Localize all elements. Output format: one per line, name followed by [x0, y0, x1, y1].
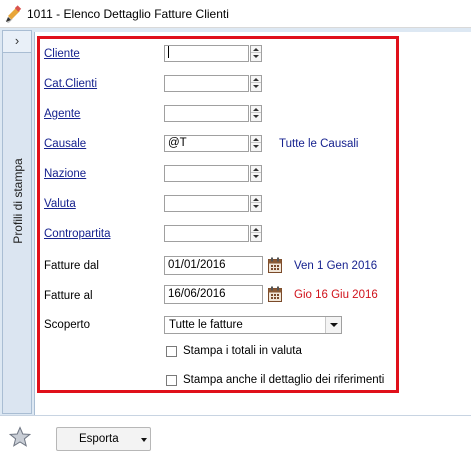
calendar-icon[interactable]: [268, 286, 282, 302]
valuta-link[interactable]: Valuta: [44, 198, 76, 210]
cliente-spinner[interactable]: [250, 45, 262, 62]
scoperto-label: Scoperto: [44, 319, 91, 331]
spin-down-icon[interactable]: [251, 54, 261, 61]
export-button-label: Esporta: [79, 433, 119, 445]
text-caret: [168, 46, 169, 58]
stampa-totali-valuta-label[interactable]: Stampa i totali in valuta: [183, 345, 302, 357]
stampa-dettaglio-riferimenti-label[interactable]: Stampa anche il dettaglio dei riferiment…: [183, 374, 384, 386]
fatture-dal-field[interactable]: 01/01/2016: [164, 256, 263, 275]
fatture-al-field[interactable]: 16/06/2016: [164, 285, 263, 304]
chevron-down-icon[interactable]: [325, 317, 341, 333]
valuta-spinner[interactable]: [250, 195, 262, 212]
spin-up-icon[interactable]: [251, 166, 261, 173]
chevron-down-icon[interactable]: [141, 438, 147, 442]
nazione-field[interactable]: [164, 165, 249, 182]
spin-up-icon[interactable]: [251, 76, 261, 83]
agente-link[interactable]: Agente: [44, 108, 80, 120]
export-button[interactable]: Esporta: [56, 427, 151, 451]
nazione-link[interactable]: Nazione: [44, 168, 86, 180]
contropartita-spinner[interactable]: [250, 225, 262, 242]
contropartita-field[interactable]: [164, 225, 249, 242]
expand-sidebar-button[interactable]: ›: [3, 31, 31, 53]
spin-up-icon[interactable]: [251, 46, 261, 53]
stampa-totali-valuta-checkbox[interactable]: [166, 346, 177, 357]
spin-down-icon[interactable]: [251, 174, 261, 181]
stampa-dettaglio-riferimenti-checkbox[interactable]: [166, 375, 177, 386]
causale-field[interactable]: @T: [164, 135, 249, 152]
star-icon[interactable]: [9, 426, 31, 448]
print-profiles-sidebar[interactable]: › Profili di stampa: [2, 30, 32, 414]
valuta-field[interactable]: [164, 195, 249, 212]
agente-field[interactable]: [164, 105, 249, 122]
cat-clienti-link[interactable]: Cat.Clienti: [44, 78, 97, 90]
cat-clienti-spinner[interactable]: [250, 75, 262, 92]
nazione-spinner[interactable]: [250, 165, 262, 182]
spin-down-icon[interactable]: [251, 84, 261, 91]
calendar-icon[interactable]: [268, 257, 282, 273]
spin-down-icon[interactable]: [251, 234, 261, 241]
fatture-dal-day-text: Ven 1 Gen 2016: [294, 260, 378, 272]
scoperto-select[interactable]: Tutte le fatture: [164, 316, 342, 334]
agente-spinner[interactable]: [250, 105, 262, 122]
scoperto-selected-value: Tutte le fatture: [169, 319, 243, 331]
cliente-link[interactable]: Cliente: [44, 48, 80, 60]
spin-up-icon[interactable]: [251, 196, 261, 203]
cat-clienti-field[interactable]: [164, 75, 249, 92]
causale-description: Tutte le Causali: [279, 138, 359, 150]
title-bar: 1011 - Elenco Dettaglio Fatture Clienti: [0, 0, 471, 28]
window-title: 1011 - Elenco Dettaglio Fatture Clienti: [27, 7, 229, 21]
spin-down-icon[interactable]: [251, 144, 261, 151]
spin-up-icon[interactable]: [251, 136, 261, 143]
spin-up-icon[interactable]: [251, 226, 261, 233]
contropartita-link[interactable]: Contropartita: [44, 228, 110, 240]
pencil-app-icon: [5, 5, 22, 23]
fatture-al-label: Fatture al: [44, 290, 93, 302]
causale-link[interactable]: Causale: [44, 138, 86, 150]
spin-down-icon[interactable]: [251, 204, 261, 211]
spin-down-icon[interactable]: [251, 114, 261, 121]
spin-up-icon[interactable]: [251, 106, 261, 113]
print-profiles-label[interactable]: Profili di stampa: [11, 158, 25, 243]
fatture-al-day-text: Gio 16 Giu 2016: [294, 289, 378, 301]
fatture-dal-label: Fatture dal: [44, 260, 99, 272]
causale-spinner[interactable]: [250, 135, 262, 152]
cliente-field[interactable]: [164, 45, 249, 62]
